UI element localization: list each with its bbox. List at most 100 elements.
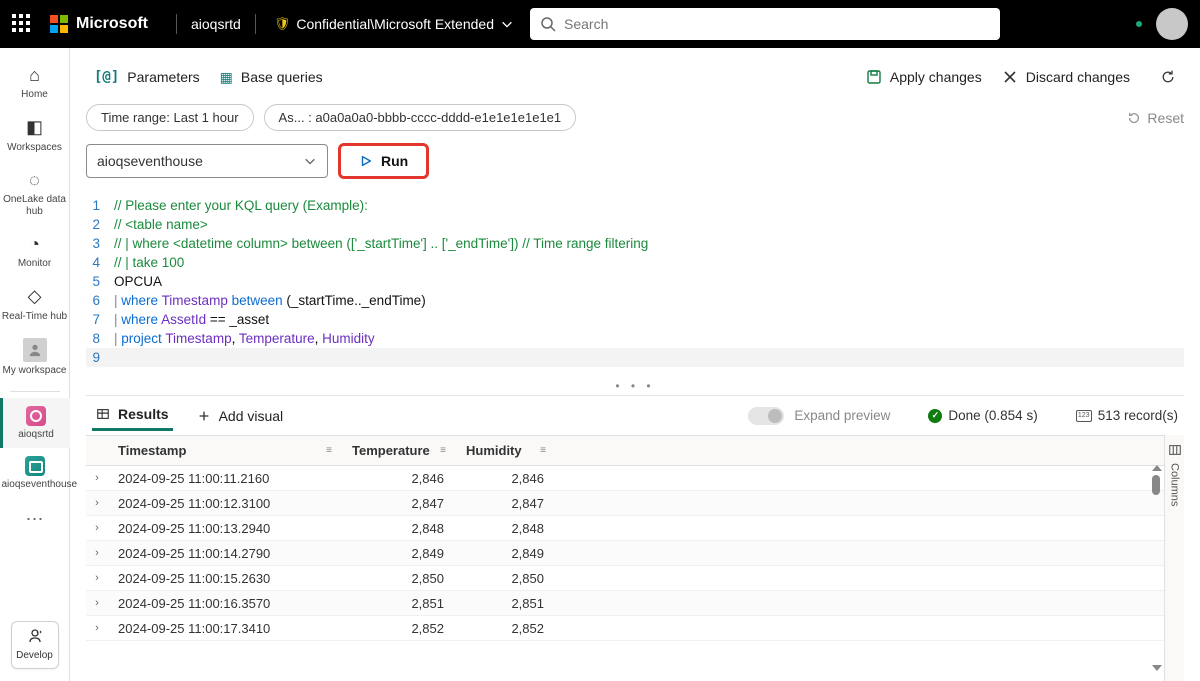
nav-monitor[interactable]: ◔Monitor	[0, 225, 70, 278]
expand-row-icon[interactable]: ›	[86, 547, 108, 559]
cell-timestamp: 2024-09-25 11:00:13.2940	[108, 521, 342, 536]
results-header: Results Add visual Expand preview ✓ Done…	[86, 395, 1184, 435]
column-menu-icon[interactable]: ≡	[540, 445, 546, 456]
expand-row-icon[interactable]: ›	[86, 572, 108, 584]
cell-timestamp: 2024-09-25 11:00:16.3570	[108, 596, 342, 611]
column-humidity[interactable]: Humidity≡	[456, 436, 556, 465]
app-launcher-icon[interactable]	[12, 14, 32, 34]
scroll-up-icon[interactable]	[1152, 465, 1162, 471]
table-row[interactable]: ›2024-09-25 11:00:14.27902,8492,849	[86, 541, 1184, 566]
divider	[255, 14, 256, 34]
nav-item-aioqsrtd[interactable]: aioqsrtd	[0, 398, 70, 449]
toggle-icon	[748, 407, 784, 425]
nav-workspaces[interactable]: ◧Workspaces	[0, 109, 70, 162]
expand-row-icon[interactable]: ›	[86, 522, 108, 534]
expand-row-icon[interactable]: ›	[86, 622, 108, 634]
develop-icon	[27, 629, 43, 648]
cell-timestamp: 2024-09-25 11:00:11.2160	[108, 471, 342, 486]
plus-icon	[197, 409, 211, 423]
brand-text: Microsoft	[76, 15, 148, 33]
avatar[interactable]	[1156, 8, 1188, 40]
run-button[interactable]: Run	[338, 143, 429, 179]
query-controls: aioqseventhouse Run	[86, 143, 1184, 179]
search-input[interactable]	[564, 16, 990, 32]
expand-row-icon[interactable]: ›	[86, 597, 108, 609]
presence-dot-icon	[1134, 19, 1144, 29]
cell-humidity: 2,852	[456, 621, 556, 636]
column-menu-icon[interactable]: ≡	[326, 445, 332, 456]
person-icon	[23, 338, 47, 362]
onelake-icon: ◌	[2, 169, 68, 191]
microsoft-logo-icon	[50, 15, 68, 33]
cell-timestamp: 2024-09-25 11:00:14.2790	[108, 546, 342, 561]
scroll-down-icon[interactable]	[1152, 665, 1162, 671]
grid-scrollbar[interactable]	[1152, 465, 1162, 671]
column-timestamp[interactable]: Timestamp≡	[108, 436, 342, 465]
monitor-icon: ◔	[2, 233, 68, 255]
cell-humidity: 2,847	[456, 496, 556, 511]
column-menu-icon[interactable]: ≡	[440, 445, 446, 456]
splitter-handle[interactable]: • • •	[86, 377, 1184, 395]
table-row[interactable]: ›2024-09-25 11:00:17.34102,8522,852	[86, 616, 1184, 641]
database-combo[interactable]: aioqseventhouse	[86, 144, 328, 178]
table-row[interactable]: ›2024-09-25 11:00:16.35702,8512,851	[86, 591, 1184, 616]
cell-humidity: 2,850	[456, 571, 556, 586]
expand-row-icon[interactable]: ›	[86, 497, 108, 509]
sensitivity-label: Confidential\Microsoft Extended	[296, 16, 494, 32]
eventhouse-icon	[25, 456, 45, 476]
nav-item-eventhouse[interactable]: aioqseventhouse	[0, 448, 70, 499]
shield-icon: 🛡	[274, 16, 291, 32]
global-header: Microsoft aioqsrtd 🛡 Confidential\Micros…	[0, 0, 1200, 48]
column-temperature[interactable]: Temperature≡	[342, 436, 456, 465]
cell-temperature: 2,846	[342, 471, 456, 486]
parameters-icon: [@]	[94, 69, 119, 85]
nav-more[interactable]: ⋯	[26, 499, 44, 540]
expand-preview-toggle[interactable]: Expand preview	[748, 407, 890, 425]
parameters-button[interactable]: [@] Parameters	[94, 69, 200, 85]
main: [@] Parameters ▦ Base queries Apply chan…	[70, 48, 1200, 681]
realtime-icon: ◇	[2, 286, 68, 308]
columns-pane-toggle[interactable]: Columns	[1164, 435, 1184, 681]
cell-temperature: 2,851	[342, 596, 456, 611]
refresh-icon[interactable]	[1160, 69, 1176, 85]
table-row[interactable]: ›2024-09-25 11:00:15.26302,8502,850	[86, 566, 1184, 591]
search-box[interactable]	[530, 8, 1000, 40]
table-row[interactable]: ›2024-09-25 11:00:12.31002,8472,847	[86, 491, 1184, 516]
nav-rail: ⌂Home ◧Workspaces ◌OneLake data hub ◔Mon…	[0, 48, 70, 681]
cell-timestamp: 2024-09-25 11:00:17.3410	[108, 621, 342, 636]
save-icon	[866, 69, 882, 85]
cell-temperature: 2,850	[342, 571, 456, 586]
grid-header: Timestamp≡ Temperature≡ Humidity≡	[86, 435, 1184, 466]
scroll-thumb[interactable]	[1152, 475, 1160, 495]
nav-realtime[interactable]: ◇Real-Time hub	[0, 278, 70, 331]
add-visual-button[interactable]: Add visual	[193, 402, 288, 430]
columns-icon	[1168, 443, 1182, 457]
table-row[interactable]: ›2024-09-25 11:00:11.21602,8462,846	[86, 466, 1184, 491]
reset-button[interactable]: Reset	[1127, 110, 1184, 126]
play-icon	[359, 154, 373, 168]
expand-row-icon[interactable]: ›	[86, 472, 108, 484]
timerange-chip[interactable]: Time range: Last 1 hour	[86, 104, 254, 131]
search-icon	[540, 16, 556, 32]
apply-changes-button[interactable]: Apply changes	[866, 69, 982, 85]
nav-my-workspace[interactable]: My workspace	[0, 330, 70, 385]
cell-humidity: 2,846	[456, 471, 556, 486]
cell-humidity: 2,849	[456, 546, 556, 561]
tab-results[interactable]: Results	[92, 400, 173, 431]
table-icon	[96, 407, 110, 421]
kql-editor[interactable]: 1// Please enter your KQL query (Example…	[86, 191, 1184, 377]
nav-home[interactable]: ⌂Home	[0, 56, 70, 109]
chips-row: Time range: Last 1 hour As... : a0a0a0a0…	[86, 104, 1184, 131]
cell-temperature: 2,852	[342, 621, 456, 636]
nav-onelake[interactable]: ◌OneLake data hub	[0, 161, 70, 225]
discard-changes-button[interactable]: Discard changes	[1002, 69, 1130, 85]
home-icon: ⌂	[2, 64, 68, 86]
check-circle-icon: ✓	[928, 409, 942, 423]
table-row[interactable]: ›2024-09-25 11:00:13.29402,8482,848	[86, 516, 1184, 541]
develop-button[interactable]: Develop	[11, 621, 59, 669]
sensitivity-picker[interactable]: 🛡 Confidential\Microsoft Extended	[274, 16, 514, 32]
base-queries-button[interactable]: ▦ Base queries	[220, 69, 323, 86]
asset-chip[interactable]: As... : a0a0a0a0-bbbb-cccc-dddd-e1e1e1e1…	[264, 104, 577, 131]
header-workspace[interactable]: aioqsrtd	[191, 16, 241, 32]
close-icon	[1002, 69, 1018, 85]
